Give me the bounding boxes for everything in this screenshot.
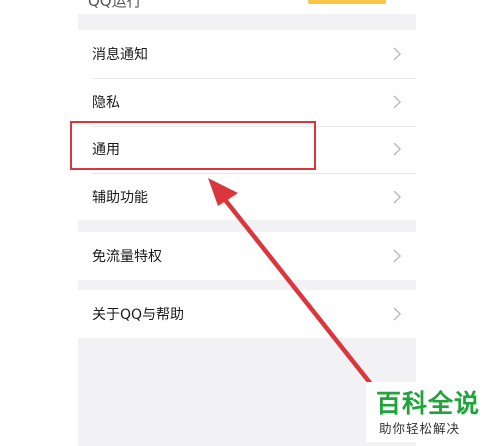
menu-item-label: 隐私 (92, 95, 120, 111)
vip-badge (308, 0, 386, 4)
menu-item-notifications[interactable]: 消息通知 (78, 30, 416, 78)
chevron-right-icon (393, 142, 402, 156)
settings-screen: QQ运行 消息通知 隐私 通用 辅助功能 免流量特权 关于QQ与帮助 (78, 0, 416, 446)
menu-item-free-data[interactable]: 免流量特权 (78, 232, 416, 280)
chevron-right-icon (393, 47, 402, 61)
chevron-right-icon (393, 249, 402, 263)
settings-group-3: 关于QQ与帮助 (78, 290, 416, 338)
brand-subtitle: 助你轻松解决 (379, 421, 461, 436)
highlight-box (70, 121, 316, 170)
chevron-right-icon (393, 190, 402, 204)
menu-item-label: 辅助功能 (92, 190, 148, 206)
menu-item-label: 免流量特权 (92, 249, 162, 265)
menu-item-accessibility[interactable]: 辅助功能 (78, 173, 416, 221)
menu-item-about-help[interactable]: 关于QQ与帮助 (78, 290, 416, 338)
menu-item-label: 关于QQ与帮助 (92, 307, 185, 323)
settings-group-2: 免流量特权 (78, 232, 416, 280)
brand-watermark: 百科全说 助你轻松解决 (366, 382, 492, 442)
top-row-text: QQ运行 (88, 0, 142, 10)
menu-item-privacy[interactable]: 隐私 (78, 78, 416, 126)
chevron-right-icon (393, 307, 402, 321)
chevron-right-icon (393, 95, 402, 109)
top-row-partial: QQ运行 (78, 0, 416, 14)
brand-title: 百科全说 (376, 389, 481, 418)
menu-item-label: 消息通知 (92, 47, 148, 63)
